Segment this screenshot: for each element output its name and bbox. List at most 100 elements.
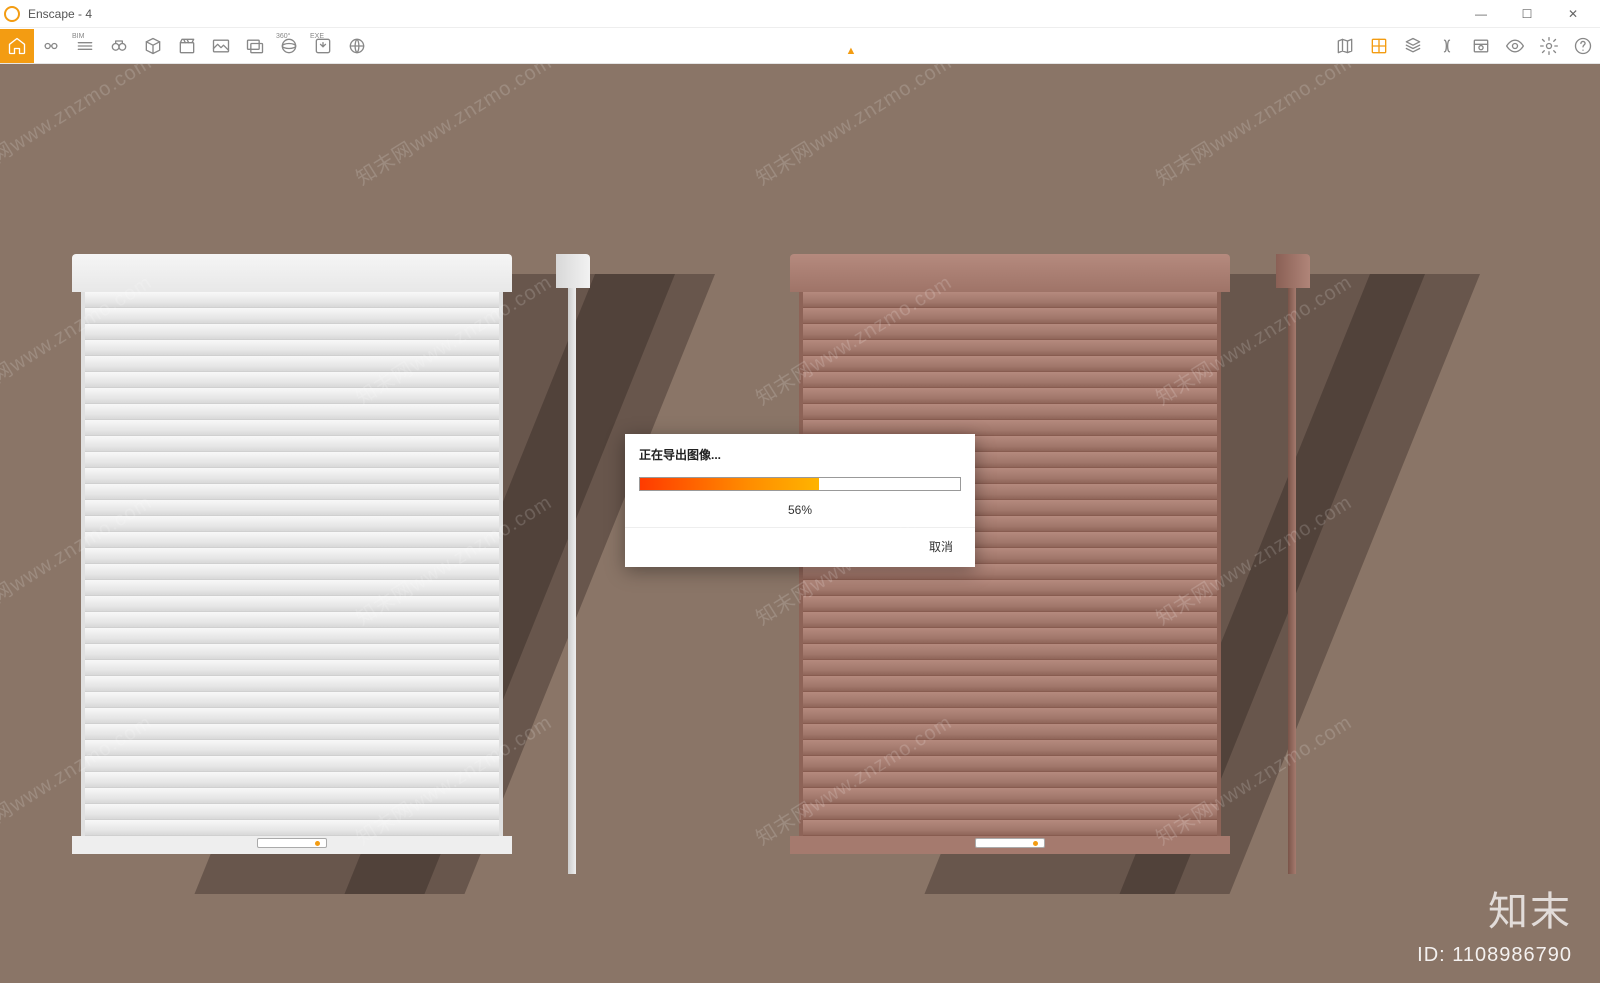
settings-gear-button[interactable] xyxy=(1532,29,1566,63)
shutter-slat xyxy=(803,772,1217,788)
help-button[interactable] xyxy=(1566,29,1600,63)
home-icon xyxy=(7,36,27,56)
map-button[interactable] xyxy=(1328,29,1362,63)
shutter-slat xyxy=(85,356,499,372)
main-toolbar: BIM 360° EXE ▲ xyxy=(0,28,1600,64)
shutter-slat xyxy=(803,404,1217,420)
watermark-text: 知末网www.znzmo.com xyxy=(349,64,556,191)
box-icon xyxy=(143,36,163,56)
shutter-box xyxy=(72,254,512,292)
export-progress-dialog: 正在导出图像... 56% 取消 xyxy=(625,434,975,567)
shutter-slat xyxy=(803,692,1217,708)
shutter-lock-plate xyxy=(257,838,327,848)
batch-render-button[interactable] xyxy=(238,29,272,63)
shutter-slat xyxy=(85,580,499,596)
shutter-slat xyxy=(803,596,1217,612)
shutter-slat xyxy=(85,484,499,500)
shutter-slat xyxy=(803,580,1217,596)
shutter-slat xyxy=(803,740,1217,756)
shutter-slat xyxy=(85,340,499,356)
sun-button[interactable] xyxy=(1464,29,1498,63)
clapperboard-icon xyxy=(177,36,197,56)
side-profile-rail xyxy=(1288,288,1296,874)
shutter-slat xyxy=(85,660,499,676)
map-icon xyxy=(1335,36,1355,56)
batch-render-icon xyxy=(245,36,265,56)
progress-percent-label: 56% xyxy=(625,495,975,527)
shutter-slat xyxy=(803,708,1217,724)
shutter-slat xyxy=(803,612,1217,628)
render-viewport[interactable]: 正在导出图像... 56% 取消 知末网www.znzmo.com知末网www.… xyxy=(0,64,1600,983)
shutter-slat xyxy=(85,788,499,804)
shutter-slat xyxy=(803,804,1217,820)
shutter-slat xyxy=(85,420,499,436)
toolbar-collapse-icon[interactable]: ▲ xyxy=(846,46,857,57)
link-button[interactable] xyxy=(34,29,68,63)
dialog-title: 正在导出图像... xyxy=(625,434,975,471)
shutter-slat xyxy=(85,596,499,612)
shutter-slat xyxy=(85,708,499,724)
shutter-slats xyxy=(81,292,503,836)
visibility-button[interactable] xyxy=(1498,29,1532,63)
shutter-slat xyxy=(85,740,499,756)
binoculars-icon xyxy=(109,36,129,56)
shutter-slat xyxy=(85,516,499,532)
progress-bar-fill xyxy=(640,478,819,490)
shutter-slat xyxy=(803,788,1217,804)
toolbar-right-group xyxy=(1328,28,1600,63)
web-export-button[interactable] xyxy=(340,29,374,63)
maximize-button[interactable]: ☐ xyxy=(1504,0,1550,28)
shutter-slat xyxy=(85,724,499,740)
shutter-slat xyxy=(85,804,499,820)
shutter-slat xyxy=(85,564,499,580)
shutter-slat xyxy=(85,292,499,308)
window-controls: — ☐ ✕ xyxy=(1458,0,1596,28)
shutter-slat xyxy=(85,644,499,660)
shutter-slat xyxy=(803,660,1217,676)
shutter-slat xyxy=(803,724,1217,740)
link-icon xyxy=(41,36,61,56)
assetlib-button[interactable] xyxy=(1396,29,1430,63)
binoculars-button[interactable] xyxy=(102,29,136,63)
minimize-button[interactable]: — xyxy=(1458,0,1504,28)
close-icon: ✕ xyxy=(1568,7,1578,21)
bim-button[interactable]: BIM xyxy=(68,29,102,63)
home-button[interactable] xyxy=(0,29,34,63)
window-title: Enscape - 4 xyxy=(28,7,1458,21)
screenshot-button[interactable] xyxy=(204,29,238,63)
shutter-slat xyxy=(803,340,1217,356)
materials-button[interactable] xyxy=(1362,29,1396,63)
screenshot-icon xyxy=(211,36,231,56)
close-button[interactable]: ✕ xyxy=(1550,0,1596,28)
shutter-slat xyxy=(85,676,499,692)
shutter-lock-plate xyxy=(975,838,1045,848)
shutter-slat xyxy=(803,308,1217,324)
sound-icon xyxy=(1437,36,1457,56)
shutter-slat xyxy=(85,308,499,324)
shutter-slat xyxy=(803,756,1217,772)
shutter-slat xyxy=(85,324,499,340)
shutter-slat xyxy=(85,436,499,452)
panorama-button[interactable]: 360° xyxy=(272,29,306,63)
materials-icon xyxy=(1369,36,1389,56)
shutter-slat xyxy=(85,772,499,788)
clapperboard-button[interactable] xyxy=(170,29,204,63)
maximize-icon: ☐ xyxy=(1522,7,1533,21)
visibility-icon xyxy=(1505,36,1525,56)
shutter-slat xyxy=(85,404,499,420)
render-object-shutter-white-side xyxy=(556,254,590,874)
cancel-button[interactable]: 取消 xyxy=(929,540,953,554)
shutter-slat xyxy=(85,628,499,644)
exe-export-button[interactable]: EXE xyxy=(306,29,340,63)
sound-button[interactable] xyxy=(1430,29,1464,63)
sun-icon xyxy=(1471,36,1491,56)
shutter-box xyxy=(790,254,1230,292)
render-object-shutter-brown-side xyxy=(1276,254,1310,874)
render-object-shutter-white xyxy=(72,254,512,854)
box-button[interactable] xyxy=(136,29,170,63)
toolbar-left-group: BIM 360° EXE xyxy=(0,28,374,63)
shutter-slat xyxy=(85,756,499,772)
panorama-badge: 360° xyxy=(276,33,290,40)
shutter-slat xyxy=(85,532,499,548)
shutter-slat xyxy=(803,628,1217,644)
